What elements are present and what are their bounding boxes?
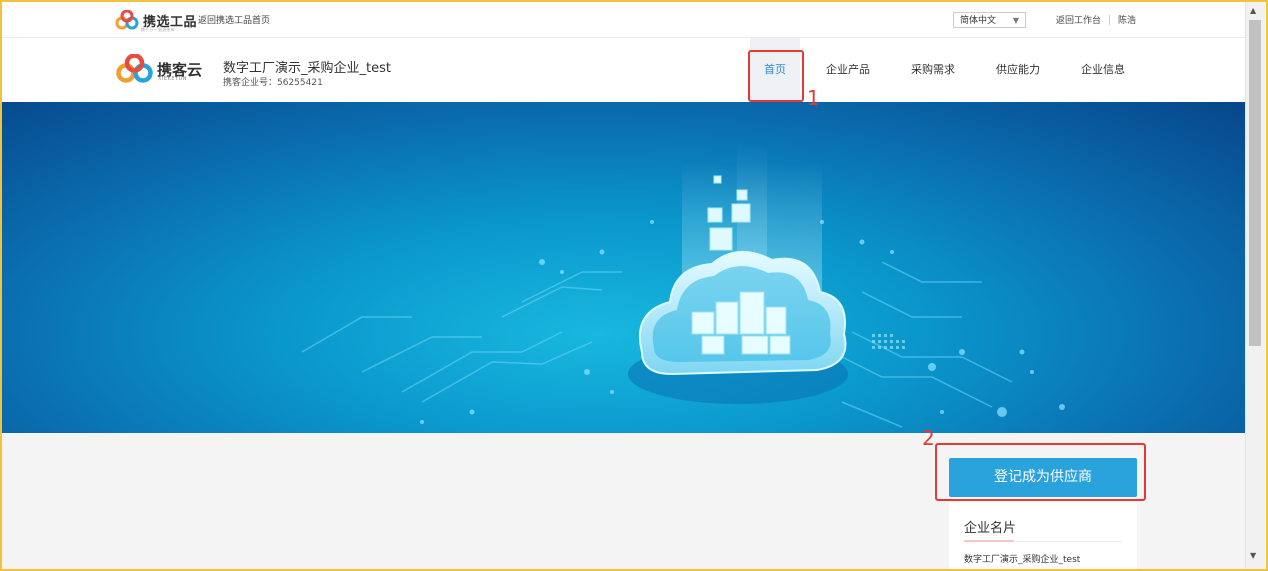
nav-supply-capacity[interactable]: 供应能力 bbox=[987, 38, 1049, 102]
nav-company-info[interactable]: 企业信息 bbox=[1072, 38, 1134, 102]
user-name[interactable]: 陈浩 bbox=[1118, 13, 1136, 26]
company-logo[interactable]: 携客云 XIEKEYUN bbox=[116, 54, 202, 84]
chevron-down-icon: ▼ bbox=[1012, 16, 1019, 25]
card-title: 企业名片 bbox=[964, 521, 1017, 536]
language-value: 简体中文 bbox=[960, 16, 997, 26]
workbench-link[interactable]: 返回工作台 bbox=[1056, 13, 1101, 26]
card-company-name: 数字工厂演示_采购企业_test bbox=[964, 555, 1081, 565]
language-select[interactable]: 简体中文 ▼ bbox=[953, 12, 1026, 28]
brand-logo-icon bbox=[115, 10, 139, 30]
scroll-thumb[interactable] bbox=[1249, 20, 1261, 346]
top-links: 返回工作台 陈浩 bbox=[1056, 13, 1136, 26]
nav-purchase-demand[interactable]: 采购需求 bbox=[902, 38, 964, 102]
annotation-number-1: 1 bbox=[807, 86, 820, 110]
scroll-down-arrow-icon[interactable]: ▼ bbox=[1250, 551, 1256, 560]
hero-banner bbox=[2, 102, 1245, 433]
scroll-up-arrow-icon[interactable]: ▲ bbox=[1250, 6, 1256, 15]
cloud-circuit-illustration bbox=[301, 142, 1065, 428]
annotation-box-2 bbox=[935, 443, 1146, 501]
company-id: 携客企业号：56255421 bbox=[223, 78, 323, 88]
company-name: 数字工厂演示_采购企业_test bbox=[223, 61, 391, 76]
divider bbox=[1109, 14, 1111, 25]
site-header: 携客云 XIEKEYUN 数字工厂演示_采购企业_test 携客企业号：5625… bbox=[2, 38, 1245, 102]
logo-subtitle: XIEKEYUN bbox=[158, 76, 187, 82]
company-card: 企业名片 数字工厂演示_采购企业_test bbox=[949, 502, 1137, 569]
annotation-number-2: 2 bbox=[922, 426, 935, 450]
back-home-link[interactable]: 返回携选工品首页 bbox=[198, 13, 270, 26]
xiekeyun-logo-icon bbox=[116, 54, 153, 83]
top-brand-tagline: 携手万一·智选未来 bbox=[141, 27, 175, 32]
nav-products[interactable]: 企业产品 bbox=[817, 38, 879, 102]
card-title-underline bbox=[964, 540, 1014, 542]
annotation-box-1 bbox=[748, 50, 804, 102]
page-frame: 携选工品 携手万一·智选未来 返回携选工品首页 简体中文 ▼ 返回工作台 陈浩 … bbox=[0, 0, 1268, 571]
top-brand[interactable]: 携选工品 携手万一·智选未来 bbox=[115, 9, 197, 32]
top-bar: 携选工品 携手万一·智选未来 返回携选工品首页 简体中文 ▼ 返回工作台 陈浩 bbox=[2, 2, 1245, 38]
vertical-scrollbar[interactable]: ▲ ▼ bbox=[1245, 2, 1265, 569]
